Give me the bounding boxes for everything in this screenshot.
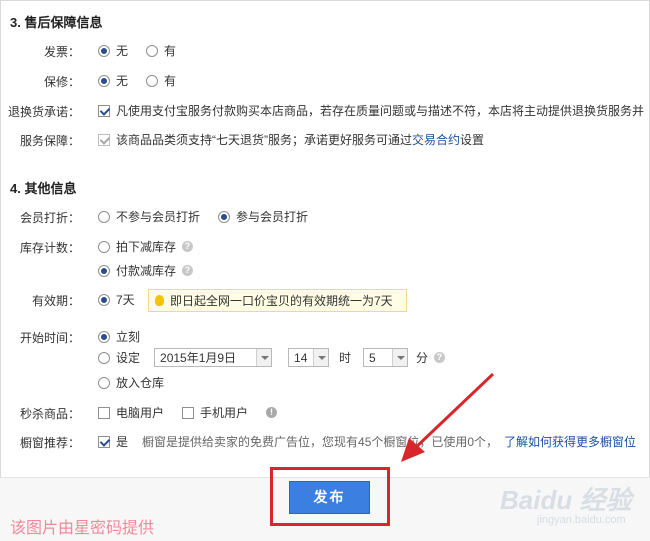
member-discount-radio-no[interactable]: 不参与会员打折 — [98, 208, 200, 225]
start-date-select[interactable]: 2015年1月9日 — [154, 348, 273, 367]
chevron-down-icon[interactable] — [313, 349, 329, 366]
warranty-radio-none[interactable]: 无 — [98, 72, 128, 89]
radio-icon[interactable] — [98, 240, 110, 253]
red-arrow-annotation — [401, 372, 495, 462]
arrow-shaft — [411, 372, 495, 452]
lightbulb-icon — [155, 295, 164, 306]
radio-selected-icon[interactable] — [98, 74, 110, 87]
section-title-other-info: 4. 其他信息 — [10, 181, 77, 196]
service-guarantee-label: 服务保障： — [19, 134, 80, 148]
minute-unit: 分 — [416, 351, 429, 365]
service-guarantee-row: 该商品品类须支持“七天退货”服务；承诺更好服务可通过 交易合约 设置 — [98, 131, 484, 148]
chevron-down-icon[interactable] — [392, 349, 408, 366]
showcase-row: 是 橱窗是提供给卖家的免费广告位，您现有45个橱窗位，已使用0个， 了解如何获得… — [98, 433, 636, 450]
warranty-radio-yes[interactable]: 有 — [146, 72, 176, 89]
radio-selected-icon[interactable] — [98, 264, 110, 277]
start-hour-select[interactable]: 14 — [288, 348, 330, 367]
chevron-down-icon[interactable] — [256, 349, 272, 366]
start-time-set-row: 设定 2015年1月9日 14 时 5 分 ? — [98, 348, 446, 367]
radio-selected-icon[interactable] — [218, 210, 231, 223]
invoice-radio-yes[interactable]: 有 — [146, 42, 176, 59]
start-time-label: 开始时间： — [19, 331, 80, 345]
checkbox-icon[interactable] — [98, 406, 110, 419]
checkbox-icon[interactable] — [182, 406, 195, 419]
radio-selected-icon[interactable] — [98, 330, 110, 343]
radio-icon[interactable] — [98, 376, 110, 389]
help-icon[interactable]: ? — [182, 241, 194, 252]
baidu-watermark: Baidu 经验 — [500, 485, 632, 515]
member-discount-radio-yes[interactable]: 参与会员打折 — [218, 208, 308, 225]
highlight-box-annotation — [270, 467, 390, 526]
service-guarantee-checkbox — [98, 133, 110, 146]
flash-sale-mobile-checkbox[interactable]: 手机用户 — [182, 404, 248, 421]
validity-radio-7days[interactable]: 7天 — [98, 291, 135, 308]
radio-selected-icon[interactable] — [98, 44, 110, 57]
invoice-radio-none[interactable]: 无 — [98, 42, 128, 59]
member-discount-label: 会员打折： — [19, 211, 80, 225]
help-icon[interactable]: ? — [182, 265, 194, 276]
service-guarantee-suffix: 设置 — [460, 133, 485, 147]
start-time-radio-warehouse[interactable]: 放入仓库 — [98, 374, 164, 391]
return-promise-row: 凡使用支付宝服务付款购买本店商品，若存在质量问题或与描述不符，本店将主动提供退换… — [98, 102, 646, 119]
start-time-radio-set[interactable]: 设定 — [98, 349, 140, 366]
info-warning-icon[interactable]: ! — [266, 407, 278, 418]
showcase-learn-more-link[interactable]: 了解如何获得更多橱窗位 — [504, 433, 636, 450]
return-promise-checkbox[interactable] — [98, 104, 110, 117]
radio-icon[interactable] — [146, 44, 159, 57]
radio-icon[interactable] — [98, 210, 110, 223]
validity-label: 有效期： — [31, 294, 80, 308]
return-promise-text: 凡使用支付宝服务付款购买本店商品，若存在质量问题或与描述不符，本店将主动提供退换… — [116, 104, 645, 118]
validity-tip: 即日起全网一口价宝贝的有效期统一为7天 — [148, 289, 407, 312]
radio-selected-icon[interactable] — [98, 293, 110, 306]
flash-sale-pc-checkbox[interactable]: 电脑用户 — [98, 404, 164, 421]
help-icon[interactable]: ? — [434, 352, 446, 363]
radio-icon[interactable] — [98, 351, 110, 364]
flash-sale-label: 秒杀商品： — [19, 407, 80, 421]
invoice-label: 发票： — [43, 45, 80, 59]
radio-icon[interactable] — [146, 74, 159, 87]
return-promise-label: 退换货承诺： — [7, 105, 80, 119]
invoice-options: 无 有 — [98, 42, 194, 59]
showcase-label: 橱窗推荐： — [19, 436, 80, 450]
stock-radio-pay[interactable]: 付款减库存? — [98, 262, 194, 279]
showcase-checkbox[interactable] — [98, 435, 110, 448]
flash-sale-options: 电脑用户 手机用户 ! — [98, 404, 278, 421]
baidu-watermark-url: jingyan.baidu.com — [537, 514, 626, 526]
service-guarantee-text: 该商品品类须支持“七天退货”服务；承诺更好服务可通过 — [116, 133, 412, 147]
section-title-after-sales: 3. 售后保障信息 — [10, 15, 103, 30]
showcase-yes-label: 是 — [116, 435, 129, 449]
warranty-label: 保修： — [43, 75, 80, 89]
trade-contract-link[interactable]: 交易合约 — [412, 131, 460, 148]
stock-count-label: 库存计数： — [19, 241, 80, 255]
hour-unit: 时 — [339, 351, 352, 365]
member-discount-options: 不参与会员打折 参与会员打折 — [98, 208, 326, 225]
start-time-radio-now[interactable]: 立刻 — [98, 328, 140, 345]
stock-radio-order[interactable]: 拍下减库存? — [98, 238, 194, 255]
image-credit-watermark: 该图片由星密码提供 — [10, 520, 155, 537]
warranty-options: 无 有 — [98, 72, 194, 89]
start-minute-select[interactable]: 5 — [363, 348, 409, 367]
